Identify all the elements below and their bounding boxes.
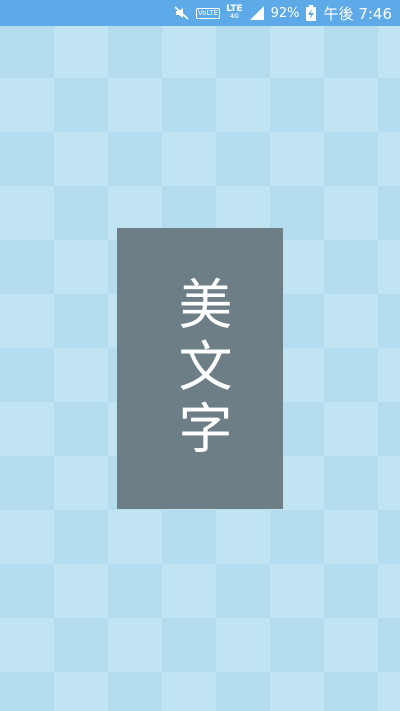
battery-percent: 92% [270, 5, 300, 21]
volte-icon: VoLTE [195, 7, 221, 19]
mute-icon [174, 5, 190, 21]
battery-charging-icon [305, 5, 316, 21]
title-card: 美文字 [117, 228, 283, 509]
splash-screen: VoLTE LTE 4G 92% 午後 7:46 美文字 [0, 0, 400, 711]
clock: 午後 7:46 [323, 4, 392, 23]
lte-sub-label: 4G [229, 13, 239, 20]
lte-icon: LTE 4G [226, 5, 243, 21]
status-bar: VoLTE LTE 4G 92% 午後 7:46 [0, 0, 400, 26]
signal-icon [249, 5, 265, 21]
lte-label: LTE [226, 4, 243, 14]
app-title: 美文字 [169, 275, 232, 462]
volte-label: VoLTE [195, 7, 221, 19]
